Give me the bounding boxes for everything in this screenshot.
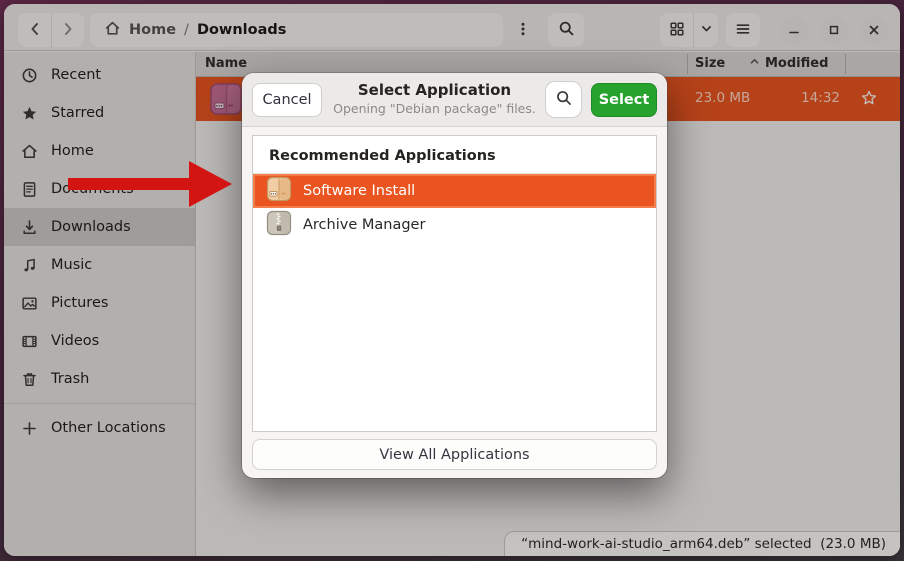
dialog-title: Select Application	[332, 81, 537, 99]
dialog-search-button[interactable]	[545, 81, 582, 118]
search-icon	[555, 89, 573, 110]
dialog-subtitle: Opening "Debian package" files.	[332, 101, 537, 116]
app-name: Software Install	[303, 183, 415, 199]
cancel-button[interactable]: Cancel	[252, 83, 322, 117]
view-all-applications-button[interactable]: View All Applications	[252, 439, 657, 470]
select-button[interactable]: Select	[591, 83, 657, 117]
archive-manager-icon	[266, 210, 292, 240]
section-header: Recommended Applications	[253, 136, 656, 174]
app-row-archive-manager[interactable]: Archive Manager	[253, 208, 656, 242]
application-list: Recommended Applications Software Instal…	[252, 135, 657, 432]
select-application-dialog: Cancel Select Application Opening "Debia…	[242, 73, 667, 478]
software-install-icon	[266, 176, 292, 206]
app-name: Archive Manager	[303, 217, 425, 233]
dialog-header: Cancel Select Application Opening "Debia…	[242, 73, 667, 127]
app-row-software-install[interactable]: Software Install	[253, 174, 656, 208]
